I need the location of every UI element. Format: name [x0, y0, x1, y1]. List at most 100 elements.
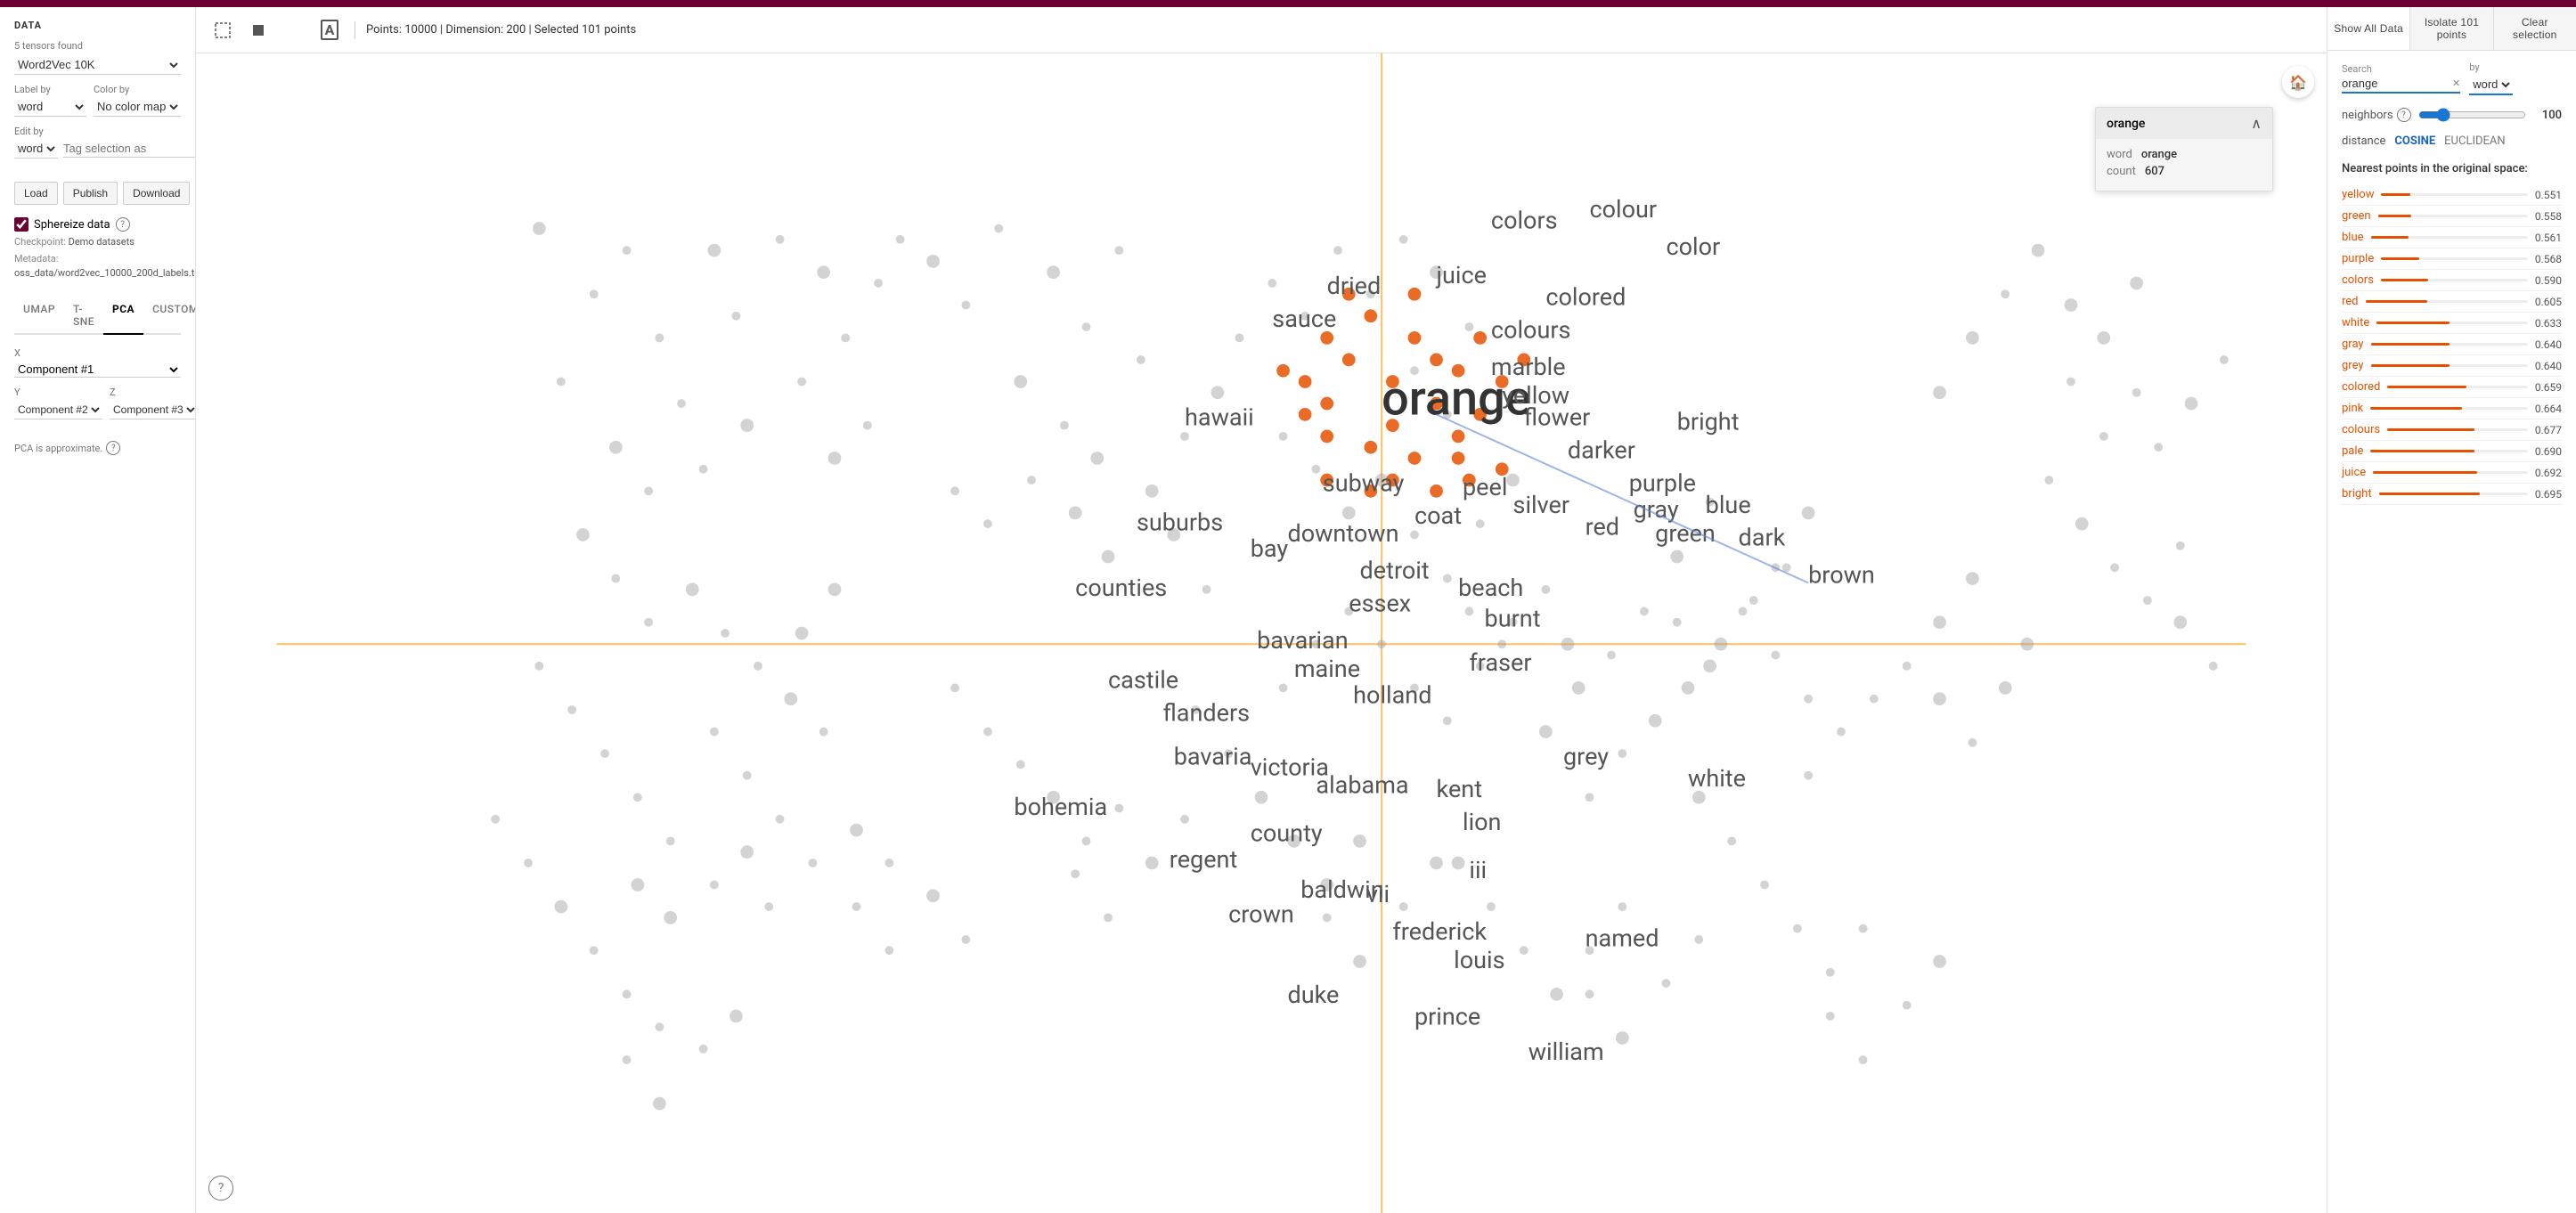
- edit-by-select[interactable]: word: [14, 139, 58, 159]
- tooltip-count-key: count: [2107, 165, 2136, 178]
- tooltip-count-row: count 607: [2107, 165, 2262, 178]
- search-clear-icon[interactable]: ✕: [2452, 77, 2460, 89]
- by-select[interactable]: word: [2469, 75, 2513, 95]
- dataset-select[interactable]: Word2Vec 10K: [14, 55, 181, 75]
- sphereize-checkbox[interactable]: [14, 217, 29, 232]
- svg-text:color: color: [1666, 232, 1720, 261]
- nearest-list-item: colored 0.659: [2342, 377, 2562, 398]
- svg-text:frederick: frederick: [1392, 917, 1487, 946]
- svg-text:sauce: sauce: [1272, 305, 1336, 333]
- nearest-word[interactable]: colored: [2342, 380, 2380, 394]
- pca-info-icon[interactable]: ?: [106, 441, 120, 455]
- nearest-word[interactable]: pale: [2342, 444, 2363, 458]
- load-button[interactable]: Load: [14, 182, 58, 205]
- nearest-word[interactable]: yellow: [2342, 188, 2374, 201]
- nearest-score: 0.695: [2535, 488, 2562, 501]
- sphereize-label: Sphereize data: [34, 218, 110, 232]
- svg-text:hawaii: hawaii: [1185, 403, 1254, 432]
- show-all-button[interactable]: Show All Data: [2327, 7, 2410, 50]
- nearest-list-item: white 0.633: [2342, 313, 2562, 334]
- nearest-word[interactable]: green: [2342, 209, 2371, 223]
- svg-text:regent: regent: [1170, 845, 1237, 874]
- neighbors-slider-wrap: [2418, 108, 2526, 122]
- neighbors-slider[interactable]: [2418, 108, 2526, 122]
- nearest-word[interactable]: white: [2342, 316, 2369, 330]
- nearest-list-item: green 0.558: [2342, 206, 2562, 227]
- svg-text:downtown: downtown: [1287, 519, 1398, 548]
- help-button[interactable]: ?: [208, 1176, 233, 1201]
- nearest-word[interactable]: grey: [2342, 359, 2364, 372]
- svg-text:purple: purple: [1629, 468, 1696, 497]
- nearest-word[interactable]: juice: [2342, 466, 2366, 479]
- color-by-label: Color by: [94, 84, 181, 95]
- tag-selection-input[interactable]: [63, 140, 196, 158]
- svg-text:marble: marble: [1491, 353, 1566, 381]
- tab-pca[interactable]: PCA: [103, 297, 143, 333]
- label-icon[interactable]: A: [315, 16, 344, 45]
- svg-text:counties: counties: [1075, 574, 1167, 602]
- nearest-score: 0.690: [2535, 445, 2562, 458]
- nearest-word[interactable]: colours: [2342, 423, 2380, 436]
- svg-text:bohemia: bohemia: [1014, 793, 1107, 821]
- nearest-score: 0.590: [2535, 274, 2562, 287]
- scatter-plot: orangecolorscolourcolordriedmarbleyellow…: [196, 53, 2327, 1213]
- tooltip-close-btn[interactable]: ∧: [2251, 115, 2262, 132]
- nearest-bar: [2371, 343, 2450, 346]
- nearest-score: 0.633: [2535, 317, 2562, 330]
- svg-text:fraser: fraser: [1469, 648, 1531, 677]
- nearest-score: 0.640: [2535, 360, 2562, 372]
- y-axis-group: Y Component #2: [14, 387, 102, 419]
- svg-text:burnt: burnt: [1485, 605, 1541, 633]
- nearest-word[interactable]: blue: [2342, 231, 2364, 244]
- nearest-bar: [2366, 300, 2427, 303]
- label-by-select[interactable]: word: [14, 97, 86, 117]
- nearest-title: Nearest points in the original space:: [2342, 162, 2562, 175]
- lasso-select-icon[interactable]: [208, 16, 237, 45]
- svg-text:louis: louis: [1454, 946, 1504, 974]
- nearest-bar-wrap: [2381, 279, 2528, 281]
- nearest-word[interactable]: red: [2342, 295, 2359, 308]
- tab-umap[interactable]: UMAP: [14, 297, 64, 333]
- y-select[interactable]: Component #2: [14, 401, 102, 419]
- nearest-word[interactable]: bright: [2342, 487, 2372, 501]
- sphereize-info-icon[interactable]: ?: [116, 217, 130, 232]
- isolate-button[interactable]: Isolate 101 points: [2410, 7, 2493, 50]
- y-label: Y: [14, 387, 102, 398]
- tab-custom[interactable]: CUSTOM: [143, 297, 196, 333]
- nearest-word[interactable]: gray: [2342, 338, 2364, 351]
- publish-button[interactable]: Publish: [63, 182, 118, 205]
- euclidean-option[interactable]: EUCLIDEAN: [2444, 134, 2506, 148]
- svg-text:juice: juice: [1436, 261, 1487, 289]
- search-group: Search ✕: [2342, 63, 2460, 94]
- tab-tsne[interactable]: T-SNE: [64, 297, 103, 333]
- nearest-bar: [2371, 236, 2409, 239]
- nearest-word[interactable]: colors: [2342, 273, 2374, 287]
- nearest-list: yellow 0.551 green 0.558 blue 0.561 purp…: [2342, 184, 2562, 505]
- search-input[interactable]: [2342, 77, 2449, 90]
- tooltip-card: orange ∧ word orange count 607: [2095, 107, 2273, 191]
- box-select-icon[interactable]: [244, 16, 273, 45]
- nearest-list-item: juice 0.692: [2342, 462, 2562, 484]
- download-button[interactable]: Download: [123, 182, 190, 205]
- color-by-select[interactable]: No color map: [94, 97, 181, 117]
- nearest-bar: [2381, 193, 2410, 196]
- nearest-score: 0.659: [2535, 381, 2562, 394]
- scatter-area[interactable]: orangecolorscolourcolordriedmarbleyellow…: [196, 53, 2327, 1213]
- nearest-bar-wrap: [2379, 493, 2528, 495]
- nearest-list-item: blue 0.561: [2342, 227, 2562, 248]
- dataset-select-row: Word2Vec 10K: [14, 55, 181, 75]
- svg-text:peel: peel: [1463, 473, 1507, 501]
- nearest-word[interactable]: pink: [2342, 402, 2363, 415]
- clear-selection-button[interactable]: Clear selection: [2494, 7, 2576, 50]
- cosine-option[interactable]: COSINE: [2394, 134, 2435, 148]
- svg-text:bavaria: bavaria: [1174, 742, 1252, 770]
- nearest-bar: [2381, 279, 2428, 281]
- x-select[interactable]: Component #1: [14, 362, 181, 378]
- svg-text:county: county: [1251, 818, 1323, 847]
- home-button[interactable]: 🏠: [2282, 66, 2314, 98]
- neighbors-info-icon[interactable]: ?: [2397, 108, 2411, 122]
- night-mode-icon[interactable]: [280, 16, 308, 45]
- nearest-word[interactable]: purple: [2342, 252, 2374, 265]
- svg-text:brown: brown: [1808, 560, 1875, 589]
- z-select[interactable]: Component #3: [110, 401, 196, 419]
